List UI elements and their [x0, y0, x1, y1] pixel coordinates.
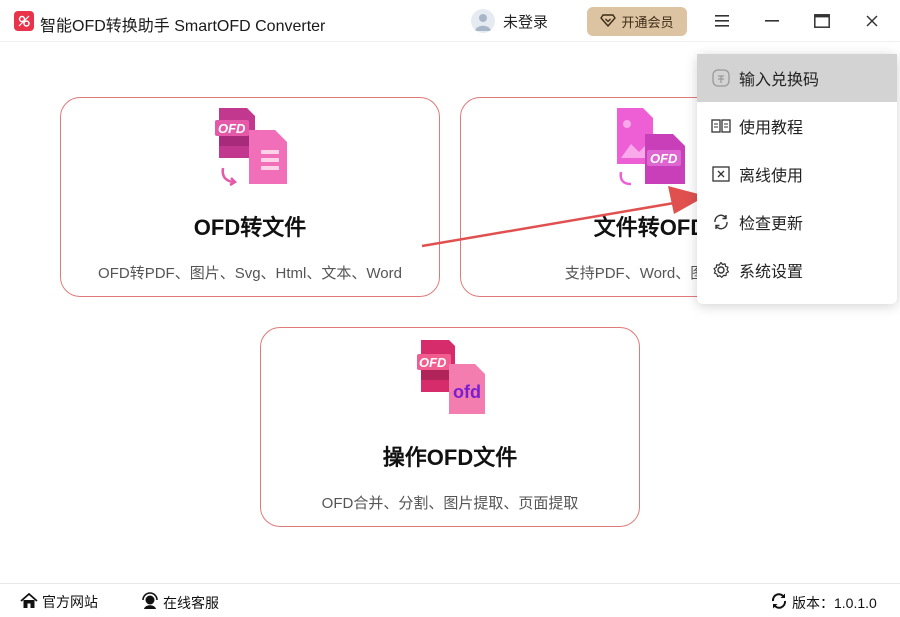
- svg-text:OFD: OFD: [218, 121, 246, 136]
- card-title: 操作OFD文件: [382, 445, 518, 470]
- website-label: 官方网站: [42, 594, 98, 610]
- version-info: 版本：1.0.1.0: [770, 592, 877, 613]
- card-title: OFD转文件: [193, 215, 307, 240]
- card-description: OFD合并、分割、图片提取、页面提取: [321, 495, 579, 512]
- minimize-button[interactable]: [760, 9, 784, 33]
- user-login[interactable]: 未登录: [471, 9, 548, 33]
- app-logo-icon: [14, 11, 34, 31]
- svg-text:OFD: OFD: [650, 151, 678, 166]
- menu-item-label: 检查更新: [739, 216, 804, 233]
- gear-icon: [711, 260, 731, 280]
- offline-icon: [711, 164, 731, 184]
- book-icon: [711, 116, 731, 136]
- diamond-icon: [600, 12, 617, 31]
- menu-item-settings[interactable]: 系统设置: [697, 246, 897, 294]
- sync-icon: [770, 592, 788, 613]
- ofd-operate-icon: OFD ofd: [409, 336, 491, 418]
- maximize-icon: [814, 14, 830, 28]
- menu-item-label: 输入兑换码: [739, 72, 820, 89]
- refresh-icon: [711, 212, 731, 232]
- close-button[interactable]: [860, 9, 884, 33]
- login-status-label[interactable]: 未登录: [503, 11, 548, 32]
- menu-item-redeem-code[interactable]: 输入兑换码: [697, 54, 897, 102]
- avatar[interactable]: [471, 9, 495, 33]
- hamburger-icon: [715, 15, 729, 27]
- menu-item-offline[interactable]: 离线使用: [697, 150, 897, 198]
- menu-item-tutorial[interactable]: 使用教程: [697, 102, 897, 150]
- svg-text:OFD: OFD: [419, 355, 447, 370]
- ofd-to-file-icon: OFD: [209, 106, 291, 188]
- card-description: OFD转PDF、图片、Svg、Html、文本、Word: [98, 265, 402, 282]
- website-link[interactable]: 官方网站: [20, 592, 98, 612]
- settings-dropdown-menu: 输入兑换码 使用教程 离线使用 检查更新 系统设置: [697, 54, 897, 304]
- support-link[interactable]: 在线客服: [141, 592, 219, 613]
- vip-button[interactable]: 开通会员: [587, 7, 687, 36]
- version-label: 版本：1.0.1.0: [792, 594, 877, 611]
- maximize-button[interactable]: [810, 9, 834, 33]
- title-bar: 智能OFD转换助手 SmartOFD Converter 未登录 开通会员: [0, 0, 900, 42]
- support-label: 在线客服: [163, 594, 219, 611]
- home-icon: [20, 592, 38, 612]
- customer-service-icon: [141, 592, 159, 613]
- redeem-code-icon: [711, 68, 731, 88]
- menu-item-label: 系统设置: [739, 264, 804, 281]
- menu-item-label: 使用教程: [739, 120, 804, 137]
- status-footer: 官方网站 在线客服 版本：1.0.1.0: [0, 583, 900, 617]
- vip-button-label: 开通会员: [621, 15, 674, 30]
- close-icon: [866, 15, 878, 27]
- app-title: 智能OFD转换助手 SmartOFD Converter: [40, 18, 326, 35]
- svg-text:ofd: ofd: [453, 382, 481, 402]
- menu-button[interactable]: [710, 9, 734, 33]
- card-ofd-operate[interactable]: OFD ofd 操作OFD文件 OFD合并、分割、图片提取、页面提取: [260, 327, 640, 527]
- card-ofd-to-file[interactable]: OFD OFD转文件 OFD转PDF、图片、Svg、Html、文本、Word: [60, 97, 440, 297]
- file-to-ofd-icon: OFD: [609, 106, 691, 188]
- minimize-icon: [765, 20, 779, 22]
- menu-item-label: 离线使用: [739, 168, 804, 185]
- menu-item-check-update[interactable]: 检查更新: [697, 198, 897, 246]
